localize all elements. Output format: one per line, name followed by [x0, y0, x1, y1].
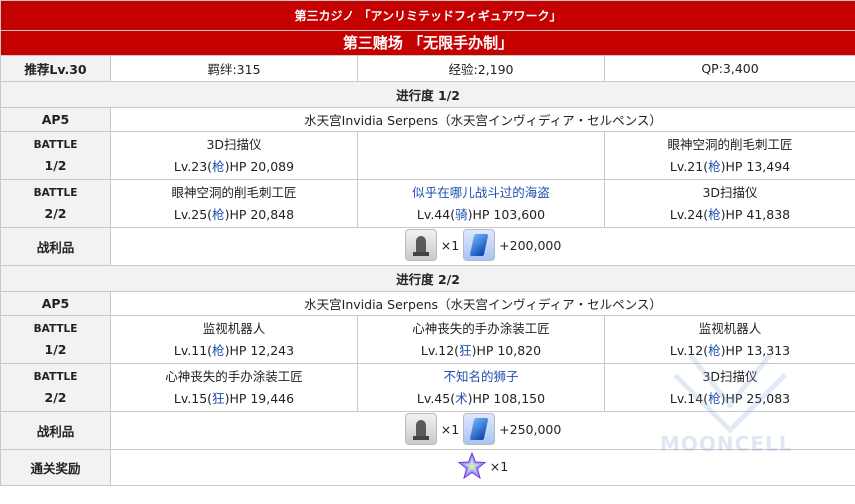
battle-label-bottom: 2/2 — [44, 205, 67, 221]
progress-1-ap: AP5 — [0, 107, 111, 132]
drops-cell: ×1 +250,000 — [109, 411, 855, 450]
enemy-cell: 不知名的狮子 Lv.45(术)HP 108,150 — [357, 363, 605, 412]
enemy-name: 3D扫描仪 — [702, 184, 758, 200]
battle-label-bottom: 1/2 — [44, 341, 67, 357]
clear-reward-cell: ×1 — [109, 449, 855, 486]
enemy-cell: 眼神空洞的削毛刺工匠 Lv.25(枪)HP 20,848 — [110, 179, 358, 228]
progress-2-ap: AP5 — [0, 291, 111, 316]
statue-count: ×1 — [440, 421, 460, 437]
drops-cell: ×1 +200,000 — [109, 227, 855, 266]
progress-1-location: 水天宫Invidia Serpens（水天宫インヴィディア・セルペンス） — [109, 107, 855, 132]
enemy-cell: 心神丧失的手办涂装工匠 Lv.15(狂)HP 19,446 — [110, 363, 358, 412]
progress-2-title: 进行度 2/2 — [0, 265, 855, 292]
quest-title-jp: 第三カジノ 「アンリミテッドフィギュアワーク」 — [294, 8, 562, 23]
enemy-cell-empty — [357, 131, 605, 180]
quest-table: 第三カジノ 「アンリミテッドフィギュアワーク」 第三赌场 「无限手办制」 推荐L… — [0, 0, 855, 486]
qp-crystal-icon[interactable] — [463, 413, 496, 445]
enemy-class[interactable]: 枪 — [708, 159, 721, 174]
progress-2-location: 水天宫Invidia Serpens（水天宫インヴィディア・セルペンス） — [109, 291, 855, 316]
enemy-class[interactable]: 枪 — [708, 207, 721, 222]
saber-statue-icon[interactable] — [404, 413, 437, 445]
enemy-name: 眼神空洞的削毛刺工匠 — [171, 184, 297, 200]
battle-label-bottom: 2/2 — [44, 389, 67, 405]
enemy-cell: 心神丧失的手办涂装工匠 Lv.12(狂)HP 10,820 — [357, 315, 605, 364]
enemy-stats: Lv.45(术)HP 108,150 — [416, 390, 546, 406]
saber-statue-icon[interactable] — [404, 229, 437, 261]
qp-value: QP:3,400 — [603, 55, 855, 82]
battle-label: BATTLE 1/2 — [0, 131, 111, 180]
enemy-cell: 3D扫描仪 Lv.23(枪)HP 20,089 — [110, 131, 358, 180]
enemy-class[interactable]: 枪 — [212, 159, 225, 174]
enemy-stats: Lv.11(枪)HP 12,243 — [173, 342, 295, 358]
qp-amount: +200,000 — [499, 237, 562, 253]
drops-list: ×1 +200,000 — [404, 229, 562, 261]
enemy-cell: 监视机器人 Lv.12(枪)HP 13,313 — [603, 315, 855, 364]
battle-label-top: BATTLE — [33, 370, 78, 383]
drops-label: 战利品 — [0, 227, 111, 266]
enemy-stats: Lv.24(枪)HP 41,838 — [669, 206, 791, 222]
battle-label-top: BATTLE — [33, 138, 78, 151]
clear-reward-count: ×1 — [489, 458, 509, 474]
quest-title-jp-cell: 第三カジノ 「アンリミテッドフィギュアワーク」 — [0, 0, 855, 31]
enemy-cell: 3D扫描仪 Lv.24(枪)HP 41,838 — [603, 179, 855, 228]
recommended-level: 推荐Lv.30 — [0, 55, 111, 82]
enemy-cell: 似乎在哪儿战斗过的海盗 Lv.44(骑)HP 103,600 — [357, 179, 605, 228]
enemy-stats: Lv.23(枪)HP 20,089 — [173, 158, 295, 174]
saint-quartz-icon[interactable] — [457, 452, 486, 480]
enemy-stats: Lv.12(狂)HP 10,820 — [420, 342, 542, 358]
progress-1-title: 进行度 1/2 — [0, 81, 855, 108]
enemy-cell: 3D扫描仪 Lv.14(枪)HP 25,083 — [603, 363, 855, 412]
battle-label-top: BATTLE — [33, 186, 78, 199]
enemy-name: 3D扫描仪 — [206, 136, 262, 152]
exp-value: 经验:2,190 — [357, 55, 605, 82]
enemy-stats: Lv.44(骑)HP 103,600 — [416, 206, 546, 222]
battle-label-bottom: 1/2 — [44, 157, 67, 173]
quest-title-cn-cell: 第三赌场 「无限手办制」 — [0, 30, 855, 56]
enemy-cell: 监视机器人 Lv.11(枪)HP 12,243 — [110, 315, 358, 364]
enemy-name: 心神丧失的手办涂装工匠 — [412, 320, 550, 336]
enemy-stats: Lv.21(枪)HP 13,494 — [669, 158, 791, 174]
enemy-class[interactable]: 骑 — [455, 207, 468, 222]
qp-amount: +250,000 — [499, 421, 562, 437]
quest-title-cn: 第三赌场 「无限手办制」 — [342, 34, 514, 52]
battle-label: BATTLE 2/2 — [0, 363, 111, 412]
enemy-stats: Lv.25(枪)HP 20,848 — [173, 206, 295, 222]
enemy-class[interactable]: 枪 — [212, 343, 225, 358]
statue-count: ×1 — [440, 237, 460, 253]
enemy-name: 眼神空洞的削毛刺工匠 — [667, 136, 793, 152]
enemy-name: 监视机器人 — [202, 320, 266, 336]
clear-reward-label: 通关奖励 — [0, 449, 111, 486]
drops-label: 战利品 — [0, 411, 111, 450]
qp-crystal-icon[interactable] — [463, 229, 496, 261]
enemy-stats: Lv.15(狂)HP 19,446 — [173, 390, 295, 406]
enemy-class[interactable]: 枪 — [708, 391, 721, 406]
enemy-name: 监视机器人 — [698, 320, 762, 336]
enemy-class[interactable]: 枪 — [708, 343, 721, 358]
battle-label: BATTLE 1/2 — [0, 315, 111, 364]
battle-label: BATTLE 2/2 — [0, 179, 111, 228]
quest-info-page: 第三カジノ 「アンリミテッドフィギュアワーク」 第三赌场 「无限手办制」 推荐L… — [0, 0, 855, 504]
enemy-name-link[interactable]: 似乎在哪儿战斗过的海盗 — [359, 182, 604, 204]
enemy-class[interactable]: 狂 — [459, 343, 472, 358]
enemy-class[interactable]: 狂 — [212, 391, 225, 406]
bond-value: 羁绊:315 — [110, 55, 358, 82]
enemy-name-link[interactable]: 不知名的狮子 — [359, 366, 604, 388]
enemy-class[interactable]: 术 — [455, 391, 468, 406]
enemy-stats: Lv.12(枪)HP 13,313 — [669, 342, 791, 358]
battle-label-top: BATTLE — [33, 322, 78, 335]
enemy-name: 3D扫描仪 — [702, 368, 758, 384]
enemy-cell: 眼神空洞的削毛刺工匠 Lv.21(枪)HP 13,494 — [603, 131, 855, 180]
enemy-stats: Lv.14(枪)HP 25,083 — [669, 390, 791, 406]
clear-reward-list: ×1 — [457, 452, 509, 480]
enemy-class[interactable]: 枪 — [212, 207, 225, 222]
enemy-name: 心神丧失的手办涂装工匠 — [165, 368, 303, 384]
drops-list: ×1 +250,000 — [404, 413, 562, 445]
